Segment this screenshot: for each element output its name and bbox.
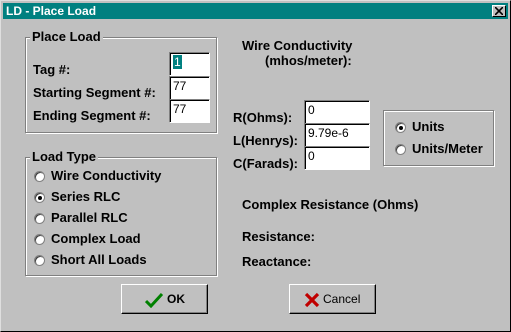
ending-segment-field[interactable]: 77 [169, 99, 210, 123]
radio-complex-load-label: Complex Load [51, 231, 141, 246]
ending-segment-label: Ending Segment #: [33, 108, 151, 123]
reactance-label: Reactance: [242, 254, 312, 269]
ok-button-label: OK [167, 292, 185, 306]
radio-wire-conductivity-circle [34, 171, 45, 182]
radio-units-circle [395, 122, 406, 133]
radio-units-per-meter-circle [395, 144, 406, 155]
complex-resistance-heading: Complex Resistance (Ohms) [242, 197, 419, 212]
wire-conductivity-units: (mhos/meter): [265, 53, 352, 68]
cancel-button-label: Cancel [323, 292, 361, 306]
close-button[interactable] [492, 5, 506, 17]
radio-units-per-meter-label: Units/Meter [412, 141, 483, 156]
starting-segment-label: Starting Segment #: [33, 85, 156, 100]
cancel-x-icon [304, 292, 320, 308]
radio-short-all-loads-circle [34, 255, 45, 266]
radio-parallel-rlc-circle [34, 213, 45, 224]
tag-value: 1 [173, 55, 182, 69]
resistance-label: Resistance: [242, 229, 315, 244]
radio-wire-conductivity-label: Wire Conductivity [51, 168, 162, 183]
close-icon [495, 7, 503, 15]
radio-units-label: Units [412, 119, 445, 134]
ok-button[interactable]: OK [121, 284, 208, 314]
window-title: LD - Place Load [6, 4, 97, 18]
checkmark-icon [145, 292, 163, 308]
radio-series-rlc-circle [34, 192, 45, 203]
radio-complex-load-circle [34, 234, 45, 245]
c-farads-field[interactable]: 0 [304, 146, 370, 170]
radio-parallel-rlc-label: Parallel RLC [51, 210, 128, 225]
starting-segment-field[interactable]: 77 [169, 76, 210, 100]
cancel-button[interactable]: Cancel [289, 284, 376, 314]
radio-series-rlc-label: Series RLC [51, 189, 121, 204]
tag-field[interactable]: 1 [169, 52, 210, 76]
r-ohms-field[interactable]: 0 [304, 100, 370, 124]
wire-conductivity-heading: Wire Conductivity [242, 38, 353, 53]
title-bar[interactable]: LD - Place Load [3, 3, 508, 19]
place-load-group-title: Place Load [30, 29, 103, 45]
load-type-group-title: Load Type [30, 149, 99, 165]
r-ohms-label: R(Ohms): [233, 110, 293, 125]
c-farads-label: C(Farads): [233, 156, 299, 171]
l-henrys-label: L(Henrys): [233, 133, 299, 148]
radio-short-all-loads-label: Short All Loads [51, 252, 147, 267]
l-henrys-field[interactable]: 9.79e-6 [304, 123, 370, 147]
tag-label: Tag #: [33, 62, 71, 77]
